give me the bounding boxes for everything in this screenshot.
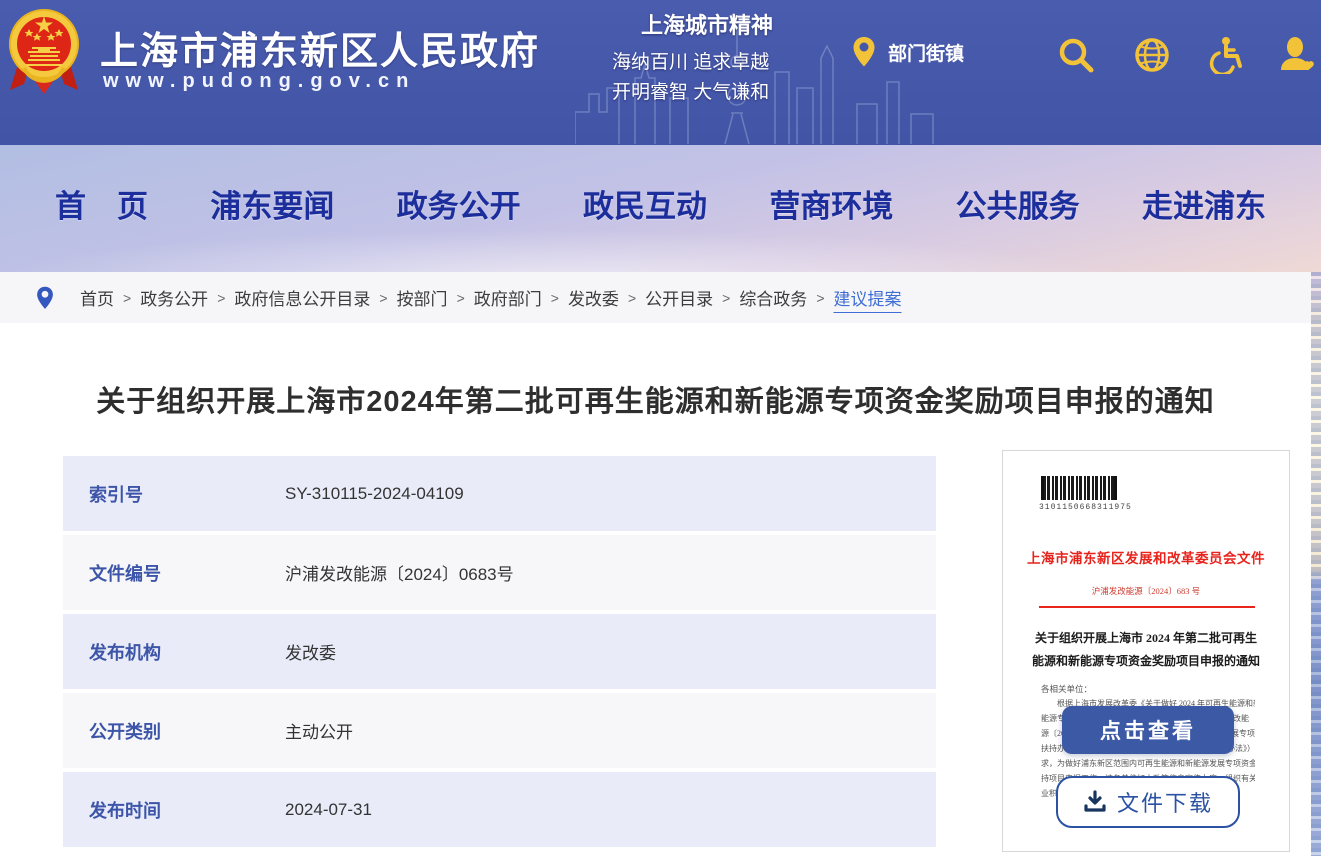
breadcrumb-pin-icon xyxy=(36,285,54,311)
meta-label-date: 发布时间 xyxy=(63,797,285,823)
doc-agency-title: 上海市浦东新区发展和改革委员会文件 xyxy=(1003,547,1289,567)
crumb-separator: > xyxy=(379,290,387,306)
accessibility-icon[interactable] xyxy=(1207,36,1245,74)
location-pin-icon xyxy=(852,36,876,68)
crumb-fgw[interactable]: 发改委 xyxy=(568,285,619,310)
nav-item-home[interactable]: 首 页 xyxy=(55,181,148,226)
doc-red-divider xyxy=(1039,606,1255,608)
crumb-separator: > xyxy=(551,290,559,306)
view-document-button[interactable]: 点击查看 xyxy=(1062,706,1234,754)
meta-value-agency: 发改委 xyxy=(285,639,936,664)
nav-item-news[interactable]: 浦东要闻 xyxy=(210,181,334,226)
doc-title-line2: 能源和新能源专项资金奖励项目申报的通知 xyxy=(1003,652,1289,669)
crumb-gov-depts[interactable]: 政府部门 xyxy=(474,285,542,310)
meta-label-type: 公开类别 xyxy=(63,718,285,744)
crumb-general-gov[interactable]: 综合政务 xyxy=(739,285,807,310)
doc-salutation: 各相关单位： xyxy=(1041,683,1092,695)
nav-item-interact[interactable]: 政民互动 xyxy=(583,181,707,226)
crumb-separator: > xyxy=(457,290,465,306)
download-file-button[interactable]: 文件下载 xyxy=(1056,776,1240,828)
meta-value-index: SY-310115-2024-04109 xyxy=(285,484,936,504)
download-button-label: 文件下载 xyxy=(1117,786,1213,818)
crumb-separator: > xyxy=(123,290,131,306)
city-spirit-line1: 海纳百川 追求卓越 xyxy=(612,48,802,78)
dept-streets-link[interactable]: 部门街镇 xyxy=(852,36,964,68)
crumb-separator: > xyxy=(722,290,730,306)
document-preview-panel: 3101150668311975 上海市浦东新区发展和改革委员会文件 沪浦发改能… xyxy=(1002,450,1290,852)
search-icon[interactable] xyxy=(1057,36,1095,74)
meta-value-type: 主动公开 xyxy=(285,718,936,743)
crumb-separator: > xyxy=(217,290,225,306)
crumb-separator: > xyxy=(816,290,824,306)
download-icon xyxy=(1083,790,1107,814)
table-row: 公开类别 主动公开 xyxy=(63,693,936,768)
nav-item-gov-info[interactable]: 政务公开 xyxy=(397,181,521,226)
page-title: 关于组织开展上海市2024年第二批可再生能源和新能源专项资金奖励项目申报的通知 xyxy=(0,378,1311,420)
table-row: 发布机构 发改委 xyxy=(63,614,936,689)
meta-label-agency: 发布机构 xyxy=(63,639,285,665)
doc-body-line: 求，为做好浦东新区范围内可再生能源和新能源发展专项资金扶 xyxy=(1041,758,1255,769)
nav-item-business[interactable]: 营商环境 xyxy=(769,181,893,226)
meta-value-date: 2024-07-31 xyxy=(285,800,936,820)
crumb-by-dept[interactable]: 按部门 xyxy=(397,285,448,310)
barcode xyxy=(1041,476,1117,500)
barcode-number: 3101150668311975 xyxy=(1039,503,1132,512)
site-name[interactable]: 上海市浦东新区人民政府 xyxy=(100,20,540,75)
dept-streets-label: 部门街镇 xyxy=(888,39,964,66)
city-spirit-block: 上海城市精神 海纳百川 追求卓越 开明睿智 大气谦和 xyxy=(612,8,802,108)
crumb-home[interactable]: 首页 xyxy=(80,285,114,310)
site-header: 上海市浦东新区人民政府 www.pudong.gov.cn 上海城市精神 海纳百… xyxy=(0,0,1321,145)
breadcrumb: 首页 > 政务公开 > 政府信息公开目录 > 按部门 > 政府部门 > 发改委 … xyxy=(0,272,1311,323)
page-edge-background xyxy=(1311,272,1321,856)
user-icon[interactable] xyxy=(1278,36,1316,74)
doc-number: 沪浦发改能源〔2024〕683 号 xyxy=(1003,585,1289,597)
site-url: www.pudong.gov.cn xyxy=(103,70,415,93)
crumb-open-dir[interactable]: 公开目录 xyxy=(645,285,713,310)
crumb-separator: > xyxy=(628,290,636,306)
meta-table: 索引号 SY-310115-2024-04109 文件编号 沪浦发改能源〔202… xyxy=(63,456,936,851)
crumb-directory[interactable]: 政府信息公开目录 xyxy=(234,285,370,310)
doc-title-line1: 关于组织开展上海市 2024 年第二批可再生 xyxy=(1003,629,1289,646)
city-spirit-line2: 开明睿智 大气谦和 xyxy=(612,78,802,108)
table-row: 索引号 SY-310115-2024-04109 xyxy=(63,456,936,531)
crumb-gov-info[interactable]: 政务公开 xyxy=(140,285,208,310)
globe-icon[interactable] xyxy=(1133,36,1171,74)
meta-label-index: 索引号 xyxy=(63,481,285,507)
crumb-current[interactable]: 建议提案 xyxy=(834,285,902,310)
table-row: 文件编号 沪浦发改能源〔2024〕0683号 xyxy=(63,535,936,610)
nav-item-services[interactable]: 公共服务 xyxy=(956,181,1080,226)
main-nav: 首 页 浦东要闻 政务公开 政民互动 营商环境 公共服务 走进浦东 xyxy=(0,145,1321,272)
national-emblem xyxy=(8,4,80,98)
nav-item-about[interactable]: 走进浦东 xyxy=(1142,181,1266,226)
meta-value-docno: 沪浦发改能源〔2024〕0683号 xyxy=(285,560,936,585)
city-spirit-title: 上海城市精神 xyxy=(612,8,802,40)
table-row: 发布时间 2024-07-31 xyxy=(63,772,936,847)
meta-label-docno: 文件编号 xyxy=(63,560,285,586)
